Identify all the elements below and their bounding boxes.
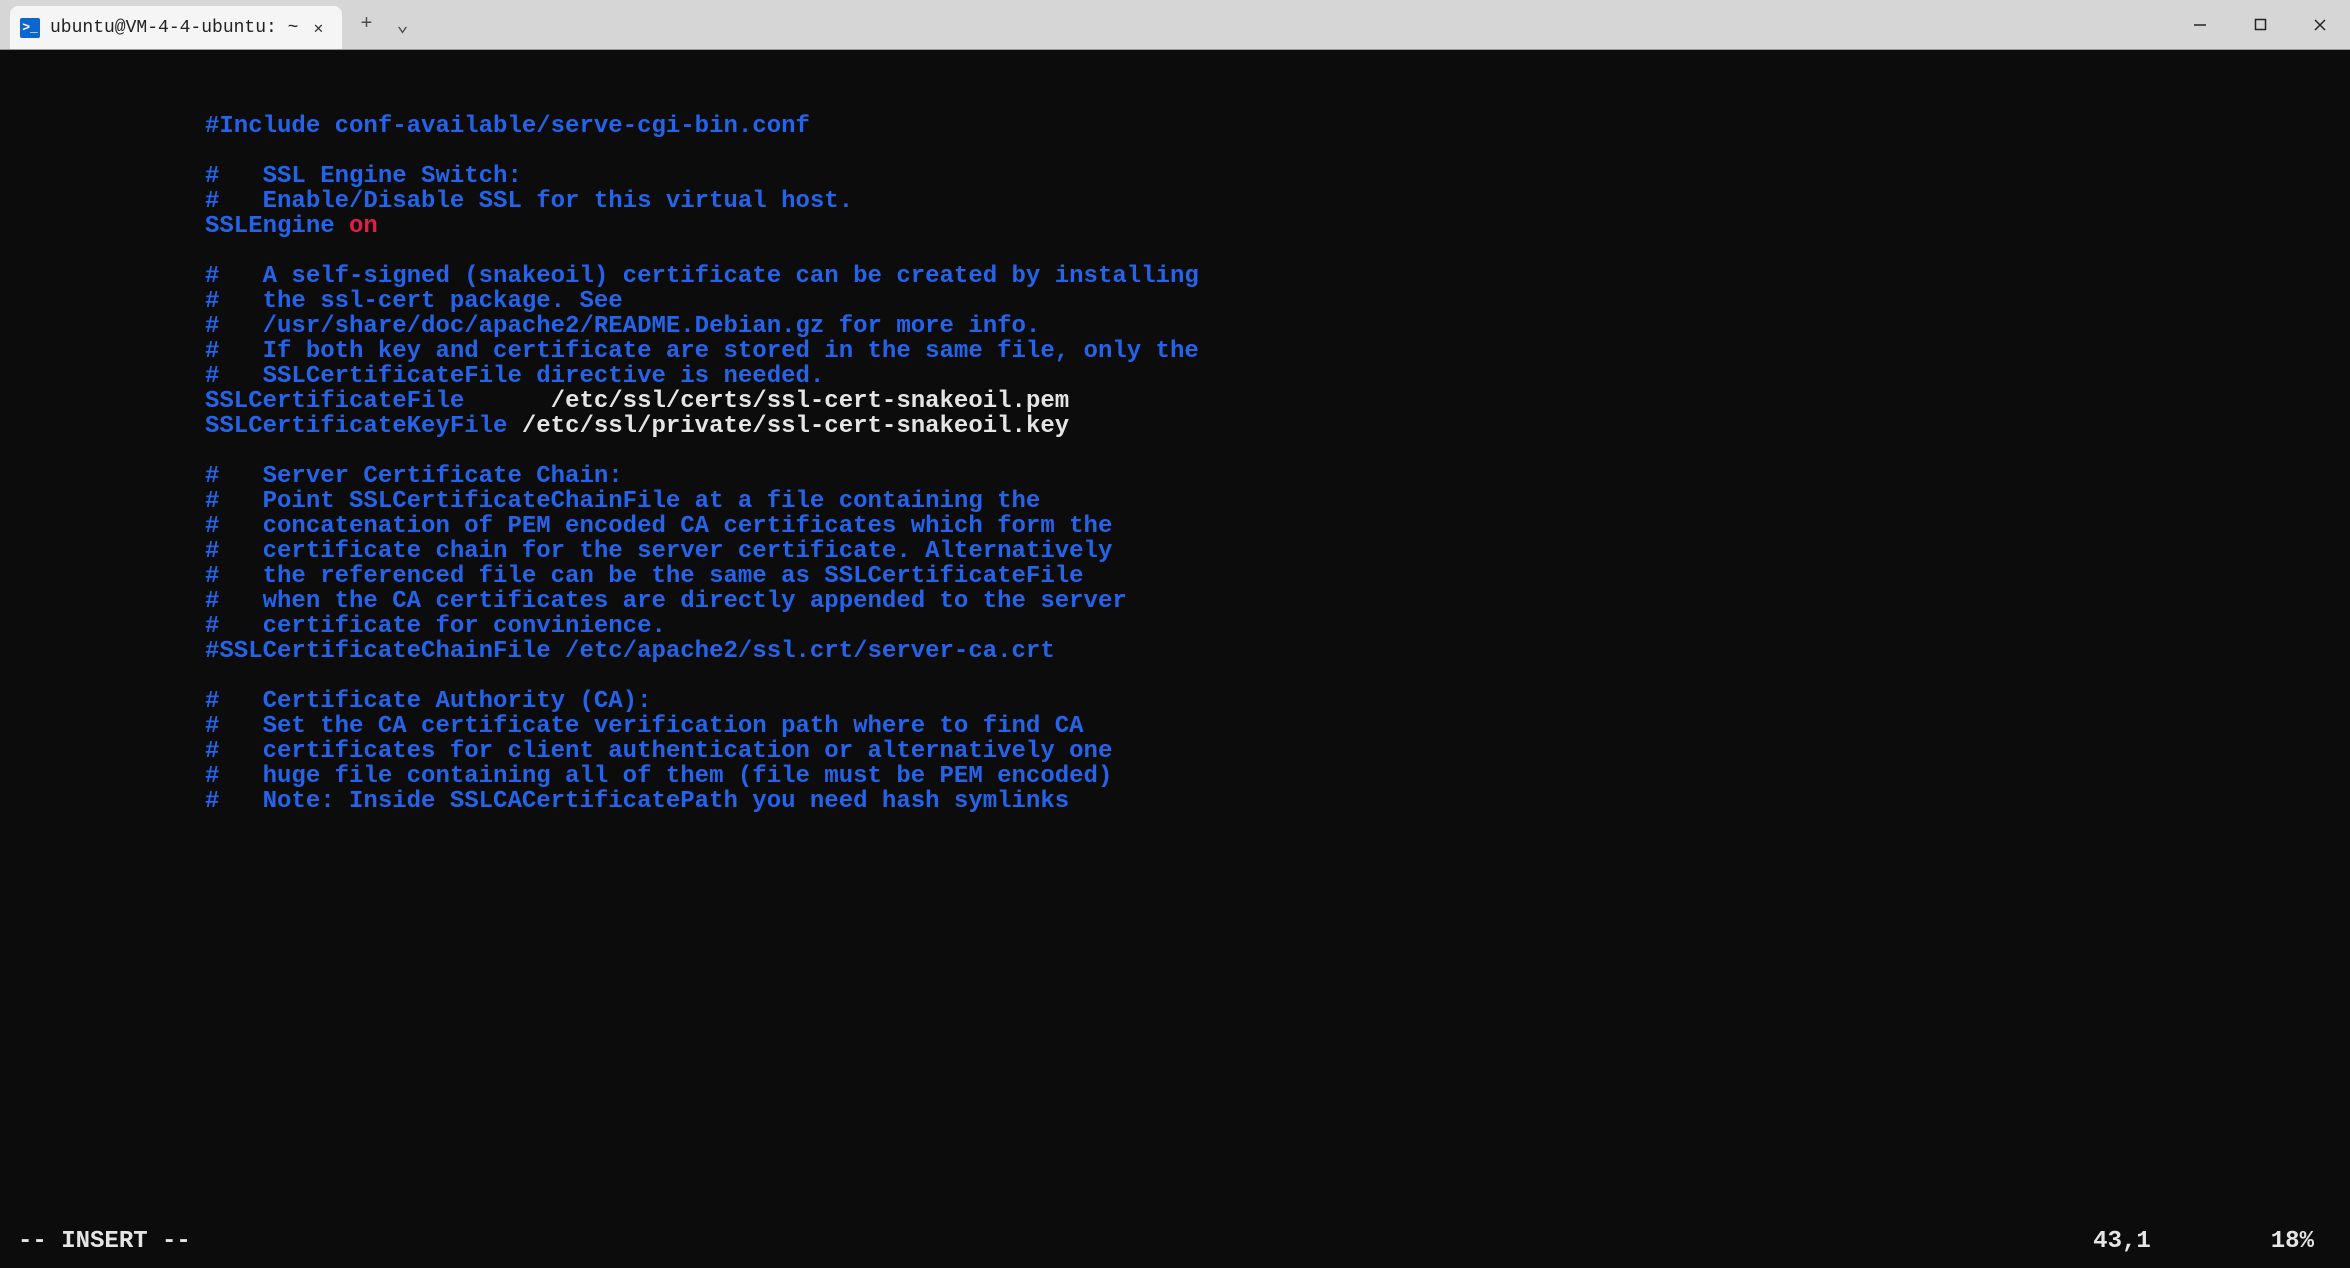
editor-line: # If both key and certificate are stored… xyxy=(0,339,2350,364)
editor-line: SSLCertificateFile /etc/ssl/certs/ssl-ce… xyxy=(0,389,2350,414)
editor-line: # huge file containing all of them (file… xyxy=(0,764,2350,789)
editor-line: # /usr/share/doc/apache2/README.Debian.g… xyxy=(0,314,2350,339)
editor-line: # Certificate Authority (CA): xyxy=(0,689,2350,714)
editor-line: # concatenation of PEM encoded CA certif… xyxy=(0,514,2350,539)
maximize-button[interactable] xyxy=(2230,0,2290,49)
editor-line: # the referenced file can be the same as… xyxy=(0,564,2350,589)
editor-line: # certificate for convinience. xyxy=(0,614,2350,639)
editor-line: SSLCertificateKeyFile /etc/ssl/private/s… xyxy=(0,414,2350,439)
editor-line: SSLEngine on xyxy=(0,214,2350,239)
minimize-button[interactable] xyxy=(2170,0,2230,49)
editor-line xyxy=(0,664,2350,689)
maximize-icon xyxy=(2254,18,2267,31)
powershell-icon: >_ xyxy=(20,18,40,38)
editor-line: # Note: Inside SSLCACertificatePath you … xyxy=(0,789,2350,814)
editor-line: # Server Certificate Chain: xyxy=(0,464,2350,489)
new-tab-button[interactable]: + xyxy=(360,13,372,36)
editor-line: # when the CA certificates are directly … xyxy=(0,589,2350,614)
tab-dropdown-button[interactable]: ⌄ xyxy=(396,12,408,38)
close-window-icon xyxy=(2313,18,2327,32)
editor-line: #SSLCertificateChainFile /etc/apache2/ss… xyxy=(0,639,2350,664)
tab-active[interactable]: >_ ubuntu@VM-4-4-ubuntu: ~ ✕ xyxy=(10,6,342,49)
editor-line: # SSL Engine Switch: xyxy=(0,164,2350,189)
editor-line: # certificate chain for the server certi… xyxy=(0,539,2350,564)
editor-line xyxy=(0,439,2350,464)
editor-line: # the ssl-cert package. See xyxy=(0,289,2350,314)
vim-scroll-percent: 18% xyxy=(2271,1229,2350,1254)
close-icon[interactable]: ✕ xyxy=(308,18,328,38)
vim-cursor-position: 43,1 xyxy=(2093,1229,2271,1254)
terminal-viewport[interactable]: #Include conf-available/serve-cgi-bin.co… xyxy=(0,50,2350,1268)
tab-title: ubuntu@VM-4-4-ubuntu: ~ xyxy=(50,18,298,38)
vim-status-line: -- INSERT -- 43,1 18% xyxy=(0,1229,2350,1254)
close-window-button[interactable] xyxy=(2290,0,2350,49)
titlebar: >_ ubuntu@VM-4-4-ubuntu: ~ ✕ + ⌄ xyxy=(0,0,2350,50)
editor-line: # certificates for client authentication… xyxy=(0,739,2350,764)
editor-line: # Point SSLCertificateChainFile at a fil… xyxy=(0,489,2350,514)
editor-line: # Enable/Disable SSL for this virtual ho… xyxy=(0,189,2350,214)
editor-line: #Include conf-available/serve-cgi-bin.co… xyxy=(0,114,2350,139)
editor-line: # SSLCertificateFile directive is needed… xyxy=(0,364,2350,389)
vim-mode: -- INSERT -- xyxy=(0,1229,191,1254)
editor-line xyxy=(0,239,2350,264)
editor-line: # A self-signed (snakeoil) certificate c… xyxy=(0,264,2350,289)
tab-actions: + ⌄ xyxy=(342,0,426,49)
minimize-icon xyxy=(2193,18,2207,32)
window-controls xyxy=(2170,0,2350,49)
editor-line xyxy=(0,139,2350,164)
editor-line: # Set the CA certificate verification pa… xyxy=(0,714,2350,739)
